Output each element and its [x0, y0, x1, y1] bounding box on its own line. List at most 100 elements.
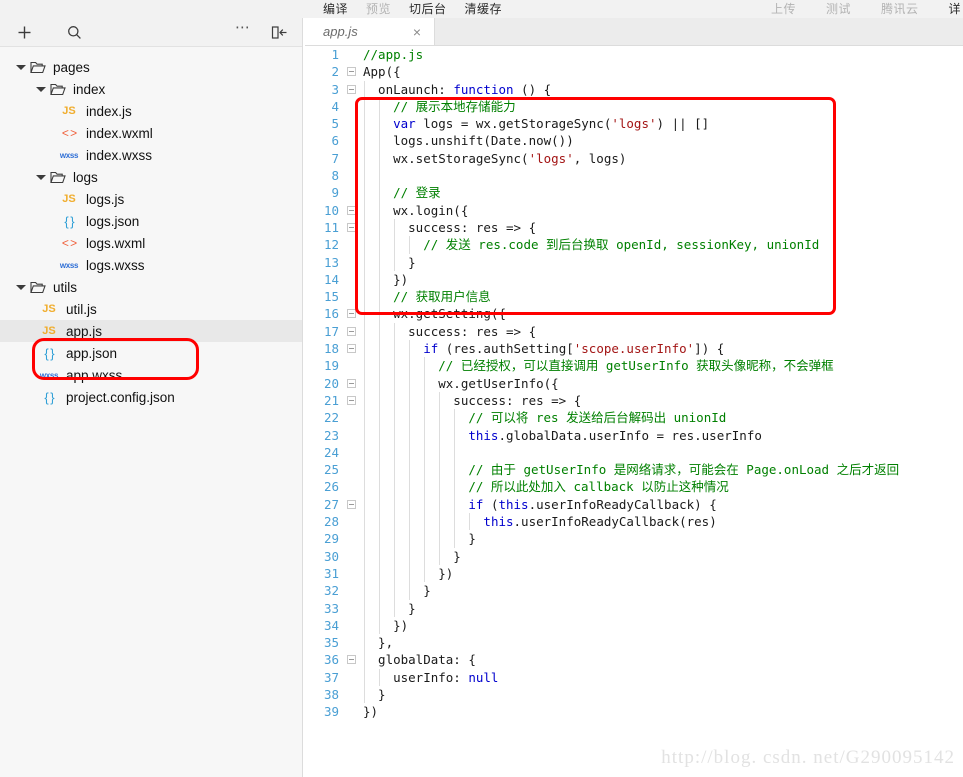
tree-file-logs.js[interactable]: JS logs.js: [0, 188, 302, 210]
tree-file-index.wxss[interactable]: wxss index.wxss: [0, 144, 302, 166]
search-icon[interactable]: [61, 19, 87, 45]
code-text: onLaunch: function () {: [363, 81, 551, 98]
toolbar-button-right-1[interactable]: 测试: [826, 2, 851, 16]
watermark-text: http://blog. csdn. net/G290095142: [661, 747, 955, 768]
line-number: 7: [331, 150, 339, 166]
code-token: success: res => {: [363, 323, 537, 339]
code-text: }: [363, 686, 386, 703]
code-token: // 获取用户信息: [363, 289, 491, 305]
indent-guide: [393, 443, 395, 462]
code-token: }: [363, 686, 386, 702]
line-number: 16: [323, 306, 339, 322]
code-token: var: [393, 116, 416, 132]
fold-toggle-icon[interactable]: [347, 378, 356, 388]
code-token: if: [423, 341, 439, 357]
tree-folder-utils[interactable]: utils: [0, 276, 302, 298]
fold-toggle-icon[interactable]: [347, 67, 356, 77]
tab-app-js[interactable]: app.js ×: [305, 18, 435, 45]
fold-toggle-icon[interactable]: [347, 395, 356, 405]
tree-file-app.js[interactable]: JS app.js: [0, 320, 302, 342]
indent-guide: [363, 167, 365, 185]
code-line: 31 }): [305, 564, 963, 583]
line-number: 3: [331, 81, 339, 97]
chevron-down-icon[interactable]: [16, 283, 26, 292]
tree-file-label: logs.json: [86, 213, 140, 229]
js-file-icon: JS: [62, 105, 76, 117]
fold-toggle-icon[interactable]: [347, 84, 356, 94]
wxss-file-icon: wxss: [59, 260, 79, 270]
tree-file-index.wxml[interactable]: < > index.wxml: [0, 122, 302, 144]
fold-toggle-icon[interactable]: [347, 205, 356, 215]
tree-file-app.wxss[interactable]: wxss app.wxss: [0, 364, 302, 386]
chevron-down-icon[interactable]: [36, 85, 46, 94]
toolbar-button-0[interactable]: 编译: [323, 2, 348, 16]
fold-toggle-icon[interactable]: [347, 222, 356, 232]
tree-file-logs.wxml[interactable]: < > logs.wxml: [0, 232, 302, 254]
toolbar-button-right-0[interactable]: 上传: [771, 2, 796, 16]
code-line: 20 wx.getUserInfo({: [305, 374, 963, 392]
chevron-down-icon[interactable]: [36, 173, 46, 182]
code-line: 24: [305, 443, 963, 462]
code-text: success: res => {: [363, 219, 536, 236]
code-token: }): [363, 617, 409, 633]
code-token: wx.getSetting({: [363, 306, 506, 322]
top-toolbar: 编译 预览 切后台 清缓存 上传 测试 腾讯云 详: [305, 0, 963, 18]
code-content[interactable]: 1//app.js 2 App({3 onLaunch: function () {…: [305, 46, 963, 777]
code-line: 14 }): [305, 270, 963, 289]
tree-file-util.js[interactable]: JS util.js: [0, 298, 302, 320]
tree-file-label: app.js: [66, 323, 103, 339]
code-token: }: [363, 548, 461, 564]
fold-toggle-icon[interactable]: [347, 344, 356, 354]
line-number: 20: [323, 375, 339, 391]
tree-file-index.js[interactable]: JS index.js: [0, 100, 302, 122]
tree-folder-logs[interactable]: logs: [0, 166, 302, 188]
code-text: if (res.authSetting['scope.userInfo']) {: [363, 340, 724, 357]
fold-toggle-icon[interactable]: [347, 655, 356, 665]
line-number: 24: [323, 444, 339, 460]
code-line: 2 App({: [305, 63, 963, 80]
fold-toggle-icon[interactable]: [347, 499, 356, 509]
code-token: globalData: {: [363, 652, 476, 668]
tree-file-label: logs.wxss: [86, 257, 145, 273]
fold-toggle-icon[interactable]: [347, 309, 356, 319]
line-number: 8: [331, 168, 339, 184]
line-number: 30: [323, 548, 339, 564]
toolbar-button-3[interactable]: 清缓存: [465, 2, 503, 16]
tree-file-label: project.config.json: [66, 389, 175, 405]
fold-toggle-icon[interactable]: [347, 326, 356, 336]
line-number: 11: [323, 219, 339, 235]
code-line: 9 // 登录: [305, 184, 963, 202]
code-line: 34 }): [305, 616, 963, 635]
tree-file-project.config.json[interactable]: { } project.config.json: [0, 386, 302, 408]
toolbar-button-right-2[interactable]: 腾讯云: [881, 2, 919, 16]
code-token: // 展示本地存储能力: [363, 98, 516, 114]
tree-folder-pages[interactable]: pages: [0, 56, 302, 78]
tree-file-label: index.wxss: [86, 147, 153, 163]
code-text: }: [363, 530, 476, 547]
tree-folder-label: index: [73, 81, 106, 97]
close-icon[interactable]: ×: [413, 25, 421, 39]
line-number: 2: [331, 64, 339, 80]
toolbar-button-2[interactable]: 切后台: [409, 2, 447, 16]
collapse-sidebar-icon[interactable]: [266, 19, 292, 45]
tree-folder-index[interactable]: index: [0, 78, 302, 100]
code-token: wx.setStorageSync(: [363, 150, 529, 166]
code-token: wx.getUserInfo({: [363, 375, 559, 391]
toolbar-button-1[interactable]: 预览: [366, 2, 391, 16]
code-line: 26 // 所以此处加入 callback 以防止这种情况: [305, 478, 963, 496]
tree-file-app.json[interactable]: { } app.json: [0, 342, 302, 364]
line-number: 9: [331, 185, 339, 201]
code-text: userInfo: null: [363, 669, 498, 686]
line-number: 4: [331, 98, 339, 114]
plus-icon[interactable]: [11, 19, 37, 45]
line-number: 27: [323, 496, 339, 512]
tree-file-logs.json[interactable]: { } logs.json: [0, 210, 302, 232]
chevron-down-icon[interactable]: [16, 63, 26, 72]
toolbar-button-right-3[interactable]: 详: [948, 2, 961, 16]
line-number: 23: [323, 427, 339, 443]
more-horizontal-icon[interactable]: ⋯: [230, 19, 256, 45]
toolbar-left-group: 编译 预览 切后台 清缓存: [305, 2, 502, 16]
tree-file-logs.wxss[interactable]: wxss logs.wxss: [0, 254, 302, 276]
